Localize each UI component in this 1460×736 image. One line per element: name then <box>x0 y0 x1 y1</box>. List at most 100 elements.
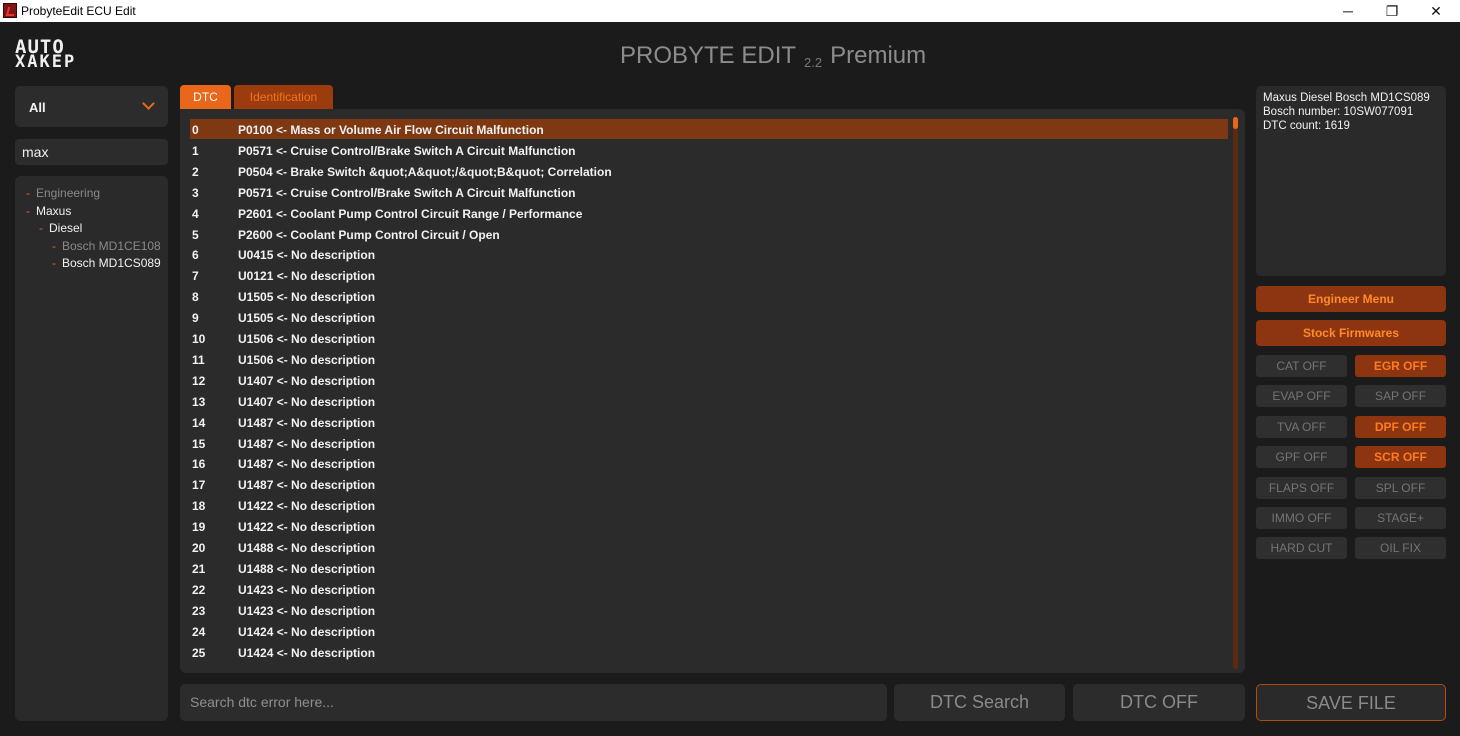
option-scr-off-button[interactable]: SCR OFF <box>1355 446 1446 469</box>
option-oil-fix-button[interactable]: OIL FIX <box>1355 537 1446 560</box>
dtc-off-button[interactable]: DTC OFF <box>1073 684 1245 721</box>
dtc-description: U1423 <- No description <box>238 582 376 597</box>
tree-item-diesel[interactable]: - Diesel <box>39 221 82 235</box>
option-gpf-off-button[interactable]: GPF OFF <box>1256 446 1347 469</box>
app-name: PROBYTE EDIT <box>620 42 797 69</box>
dtc-row[interactable]: 3 P0571 <- Cruise Control/Brake Switch A … <box>190 182 1228 202</box>
ecu-info-box: Maxus Diesel Bosch MD1CS089 Bosch number… <box>1256 86 1446 276</box>
dtc-row[interactable]: 11 U1506 <- No description <box>190 349 1228 369</box>
tree-item-bosch-md1ce108[interactable]: - Bosch MD1CE108 <box>52 239 161 253</box>
dtc-search-button[interactable]: DTC Search <box>894 684 1065 721</box>
dtc-row[interactable]: 4 P2601 <- Coolant Pump Control Circuit R… <box>190 203 1228 223</box>
dtc-search-input[interactable]: Search dtc error here... <box>180 684 887 721</box>
dtc-description: P0504 <- Brake Switch &quot;A&quot;/&quo… <box>238 164 612 179</box>
option-tva-off-button[interactable]: TVA OFF <box>1256 415 1347 438</box>
option-immo-off-button[interactable]: IMMO OFF <box>1256 507 1347 529</box>
dtc-row[interactable]: 7 U0121 <- No description <box>190 265 1228 285</box>
option-hard-cut-button[interactable]: HARD CUT <box>1256 537 1347 560</box>
filter-dropdown[interactable]: All <box>15 86 168 127</box>
dtc-index: 19 <box>192 520 206 535</box>
dtc-list-scroll-thumb[interactable] <box>1233 117 1238 129</box>
dtc-row[interactable]: 10 U1506 <- No description <box>190 328 1228 348</box>
app-icon <box>3 3 17 18</box>
dtc-index: 10 <box>192 332 206 346</box>
dtc-index: 8 <box>192 290 199 305</box>
dtc-row[interactable]: 1 P0571 <- Cruise Control/Brake Switch A … <box>190 140 1228 160</box>
dtc-index: 21 <box>192 561 206 576</box>
dtc-description: U1407 <- No description <box>238 373 376 388</box>
dtc-row[interactable]: 0 P0100 <- Mass or Volume Air Flow Circui… <box>190 119 1228 139</box>
dtc-description: U1423 <- No description <box>238 603 376 618</box>
option-sap-off-button[interactable]: SAP OFF <box>1355 385 1446 408</box>
dtc-index: 0 <box>192 123 199 137</box>
close-button[interactable]: ✕ <box>1414 0 1458 22</box>
dtc-description: P0571 <- Cruise Control/Brake Switch A C… <box>238 185 576 200</box>
chevron-down-icon <box>142 97 155 110</box>
dtc-description: U1487 <- No description <box>238 478 376 493</box>
dtc-row[interactable]: 15 U1487 <- No description <box>190 433 1228 453</box>
dtc-row[interactable]: 25 U1424 <- No description <box>190 642 1228 662</box>
dtc-index: 22 <box>192 582 206 597</box>
dtc-row[interactable]: 8 U1505 <- No description <box>190 286 1228 306</box>
dtc-description: U1407 <- No description <box>238 394 376 409</box>
dtc-index: 16 <box>192 457 206 472</box>
dtc-index: 1 <box>192 143 199 158</box>
dtc-row[interactable]: 22 U1423 <- No description <box>190 579 1228 599</box>
dtc-row[interactable]: 6 U0415 <- No description <box>190 244 1228 264</box>
dtc-row[interactable]: 2 P0504 <- Brake Switch &quot;A&quot;/&qu… <box>190 161 1228 181</box>
dtc-row[interactable]: 16 U1487 <- No description <box>190 453 1228 473</box>
dtc-row[interactable]: 18 U1422 <- No description <box>190 495 1228 515</box>
ecu-info-dtc-count: DTC count: 1619 <box>1263 120 1350 132</box>
dtc-index: 7 <box>192 269 199 284</box>
tree-item-bosch-md1cs089[interactable]: - Bosch MD1CS089 <box>52 256 161 270</box>
save-file-button[interactable]: SAVE FILE <box>1256 684 1446 721</box>
app-edition: Premium <box>830 42 927 69</box>
tree-item-engineering[interactable]: - Engineering <box>26 186 100 200</box>
stock-firmwares-button[interactable]: Stock Firmwares <box>1256 320 1446 346</box>
dtc-row[interactable]: 23 U1423 <- No description <box>190 600 1228 620</box>
option-stage-button[interactable]: STAGE+ <box>1355 507 1446 529</box>
tab-dtc[interactable]: DTC <box>180 85 231 109</box>
dtc-row[interactable]: 5 P2600 <- Coolant Pump Control Circuit /… <box>190 224 1228 244</box>
ecu-info-name: Maxus Diesel Bosch MD1CS089 <box>1263 92 1430 104</box>
dtc-description: U1422 <- No description <box>238 499 376 514</box>
dtc-row[interactable]: 20 U1488 <- No description <box>190 537 1228 557</box>
option-evap-off-button[interactable]: EVAP OFF <box>1256 385 1347 408</box>
dtc-index: 15 <box>192 436 206 451</box>
dtc-description: U1506 <- No description <box>238 352 376 367</box>
minimize-button[interactable]: ─ <box>1326 0 1370 22</box>
dtc-row[interactable]: 14 U1487 <- No description <box>190 412 1228 432</box>
dtc-row[interactable]: 13 U1407 <- No description <box>190 391 1228 411</box>
option-cat-off-button[interactable]: CAT OFF <box>1256 355 1347 377</box>
dtc-description: U1505 <- No description <box>238 290 376 305</box>
option-flaps-off-button[interactable]: FLAPS OFF <box>1256 476 1347 499</box>
dtc-row[interactable]: 17 U1487 <- No description <box>190 474 1228 494</box>
ecu-info-bosch-number: Bosch number: 10SW077091 <box>1263 106 1414 118</box>
dtc-row[interactable]: 24 U1424 <- No description <box>190 621 1228 641</box>
logo-line-2: XAKEP <box>15 52 77 72</box>
option-egr-off-button[interactable]: EGR OFF <box>1355 355 1446 377</box>
dtc-row[interactable]: 21 U1488 <- No description <box>190 558 1228 578</box>
option-spl-off-button[interactable]: SPL OFF <box>1355 476 1446 499</box>
dtc-description: U1487 <- No description <box>238 415 376 430</box>
dtc-index: 20 <box>192 541 206 555</box>
dtc-list-scrollbar[interactable] <box>1233 117 1238 669</box>
vehicle-search-input[interactable]: max <box>15 139 168 165</box>
dtc-list: 0 P0100 <- Mass or Volume Air Flow Circui… <box>180 109 1245 673</box>
maximize-button[interactable]: ❐ <box>1370 0 1414 22</box>
dtc-index: 4 <box>192 206 199 221</box>
dtc-index: 3 <box>192 185 199 200</box>
tab-identification[interactable]: Identification <box>234 85 333 109</box>
dtc-row[interactable]: 12 U1407 <- No description <box>190 370 1228 390</box>
tree-item-maxus[interactable]: - Maxus <box>26 204 71 218</box>
dtc-description: U1505 <- No description <box>238 311 376 326</box>
engineer-menu-button[interactable]: Engineer Menu <box>1256 286 1446 312</box>
dtc-description: U1488 <- No description <box>238 561 376 576</box>
tree-item-label: Bosch MD1CE108 <box>62 239 161 253</box>
option-dpf-off-button[interactable]: DPF OFF <box>1355 415 1446 438</box>
dtc-row[interactable]: 19 U1422 <- No description <box>190 516 1228 536</box>
vehicle-tree: - Engineering - Maxus - Diesel - Bosch MD1CE… <box>15 176 168 721</box>
dtc-row[interactable]: 9 U1505 <- No description <box>190 307 1228 327</box>
dtc-index: 11 <box>192 352 205 367</box>
dtc-description: P2601 <- Coolant Pump Control Circuit Ra… <box>238 206 583 221</box>
